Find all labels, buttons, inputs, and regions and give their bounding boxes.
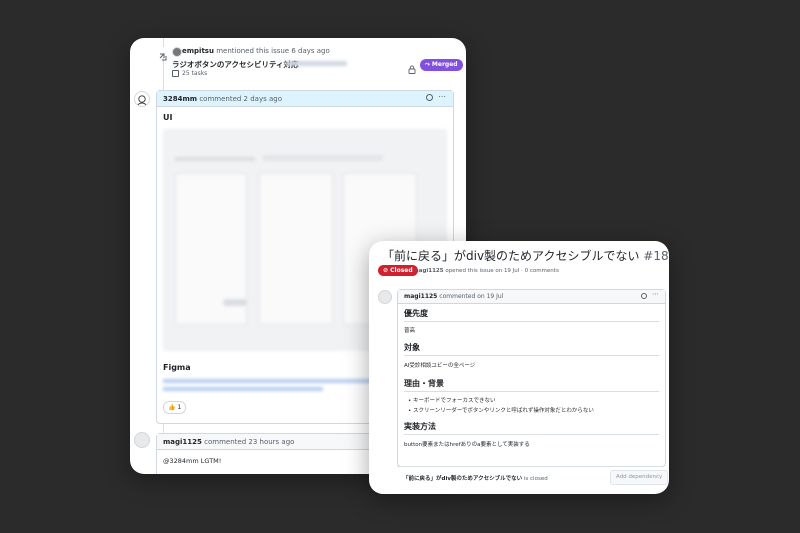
reaction-button[interactable]: 👍 1	[163, 401, 187, 414]
thumbs-up-icon: 👍	[168, 404, 176, 411]
avatar[interactable]	[134, 432, 150, 448]
comment-header: 3284mm commented 2 days ago ⋯	[157, 91, 453, 107]
avatar[interactable]	[134, 91, 150, 107]
comment-author[interactable]: magi1125	[163, 438, 202, 446]
kebab-icon[interactable]: ⋯	[652, 290, 659, 298]
dependency-title[interactable]: 「前に戻る」がdiv製のためアクセシブルでない	[403, 476, 522, 482]
figma-link-blurred[interactable]	[163, 387, 323, 391]
figma-heading: Figma	[163, 363, 191, 372]
divider	[404, 355, 659, 356]
cross-reference-icon	[158, 47, 168, 61]
section-text: 普高	[404, 328, 416, 334]
closed-icon: ⊘	[383, 267, 389, 274]
mention-text: mentioned this issue 6 days ago	[216, 47, 330, 55]
issue-meta: magi1125 opened this issue on 19 Jul · 0…	[413, 268, 559, 274]
divider	[404, 434, 659, 435]
comment-author[interactable]: 3284mm	[163, 95, 197, 103]
closed-badge: ⊘ Closed	[378, 265, 418, 276]
list-item: • キーボードでフォーカスできない	[408, 398, 496, 404]
section-heading: 対象	[404, 343, 420, 352]
lock-icon	[408, 59, 416, 78]
ui-heading: UI	[163, 113, 173, 122]
tasks-count: 25 tasks	[182, 70, 208, 77]
dependency-status: is closed	[523, 476, 548, 482]
closed-label: Closed	[390, 267, 413, 274]
divider	[404, 321, 659, 322]
section-heading: 優先度	[404, 309, 428, 318]
reason-list: • キーボードでフォーカスできない • スクリーンリーダーでボタンやリンクと呼ば…	[408, 396, 594, 414]
comment-meta[interactable]: commented 23 hours ago	[204, 438, 294, 446]
issue-ref-blurred	[285, 61, 347, 66]
merged-icon: ⤳	[425, 61, 430, 68]
merged-label: Merged	[431, 61, 458, 68]
dependency-row: 「前に戻る」がdiv製のためアクセシブルでない is closed Add de…	[397, 466, 669, 489]
comment-meta[interactable]: commented 2 days ago	[199, 95, 282, 103]
figma-link-blurred[interactable]	[163, 379, 383, 383]
merged-badge: ⤳ Merged	[420, 59, 463, 71]
avatar[interactable]	[378, 290, 392, 304]
add-dependency-button[interactable]: Add dependency	[610, 470, 669, 485]
smiley-icon[interactable]	[641, 293, 647, 299]
issue-number: #184	[643, 249, 669, 263]
comment-body: @3284mm LGTM!	[163, 457, 222, 465]
list-item: • スクリーンリーダーでボタンやリンクと呼ばれず操作対象だとわからない	[408, 408, 594, 414]
smiley-icon[interactable]	[426, 94, 433, 101]
divider	[404, 391, 659, 392]
issue-opener[interactable]: magi1125	[413, 268, 444, 274]
mentioned-issue-title[interactable]: ラジオボタンのアクセシビリティ対応	[172, 59, 299, 70]
section-text: AI受診相談ユビーの全ページ	[404, 363, 476, 369]
kebab-icon[interactable]: ⋯	[438, 92, 446, 101]
comment-header: magi1125 commented on 19 Jul ⋯	[398, 290, 665, 304]
section-heading: 理由・背景	[404, 379, 444, 388]
reaction-count: 1	[177, 404, 182, 411]
tasklist-icon	[172, 70, 179, 77]
section-heading: 実装方法	[404, 422, 436, 431]
issue-opened-meta: opened this issue on 19 Jul · 0 comments	[445, 268, 559, 274]
mention-user[interactable]: empitsu	[182, 47, 214, 55]
issue-detail-card: 「前に戻る」がdiv製のためアクセシブルでない #184 ⊘ Closed ma…	[369, 241, 669, 494]
avatar[interactable]	[172, 47, 182, 57]
issue-title: 「前に戻る」がdiv製のためアクセシブルでない #184	[382, 247, 669, 264]
comment-meta[interactable]: commented on 19 Jul	[439, 293, 503, 300]
mention-line: empitsu mentioned this issue 6 days ago	[182, 47, 330, 55]
issue-description: magi1125 commented on 19 Jul ⋯ 優先度 普高 対象…	[397, 289, 666, 467]
section-text: button要素またはhrefありのa要素として実装する	[404, 442, 530, 448]
issue-title-text: 「前に戻る」がdiv製のためアクセシブルでない	[382, 249, 640, 263]
comment-author[interactable]: magi1125	[404, 293, 437, 300]
